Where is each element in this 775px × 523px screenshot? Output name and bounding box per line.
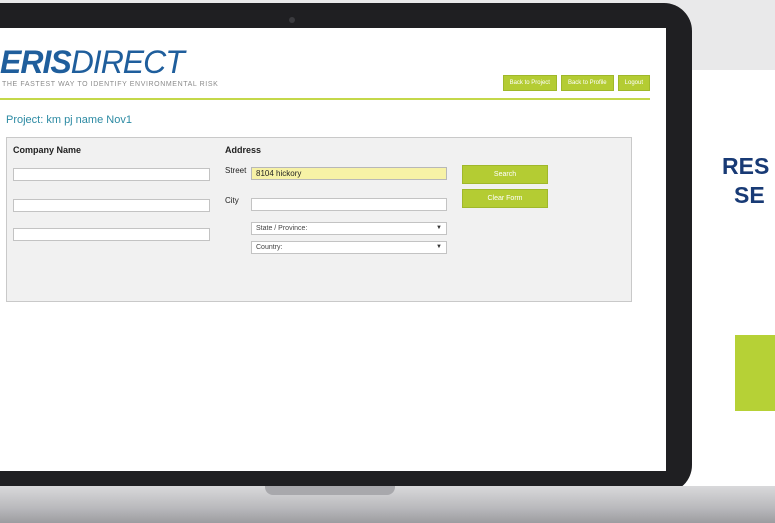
app-screen: ERISDIRECT THE FASTEST WAY TO IDENTIFY E…: [0, 28, 666, 471]
logout-button[interactable]: Logout: [617, 75, 650, 91]
laptop-base-notch: [265, 486, 395, 495]
camera-dot: [289, 17, 295, 23]
clear-form-button[interactable]: Clear Form: [462, 189, 548, 208]
company-name-input-1[interactable]: [13, 168, 210, 181]
company-name-input-3[interactable]: [13, 228, 210, 241]
header-buttons: Back to Project Back to Profile Logout: [502, 75, 650, 91]
state-province-select[interactable]: State / Province: ▼: [251, 222, 447, 235]
search-button[interactable]: Search: [462, 165, 548, 184]
back-to-profile-button[interactable]: Back to Profile: [560, 75, 614, 91]
street-label: Street: [225, 166, 247, 175]
dropdown-arrow-icon: ▼: [436, 225, 442, 231]
side-green-block: [735, 335, 775, 411]
tagline: THE FASTEST WAY TO IDENTIFY ENVIRONMENTA…: [2, 81, 219, 88]
eris-direct-logo[interactable]: ERISDIRECT: [0, 44, 185, 80]
state-province-label: State / Province:: [256, 225, 308, 232]
city-label: City: [225, 196, 239, 205]
city-input[interactable]: [251, 198, 447, 211]
project-title: Project: km pj name Nov1: [6, 114, 132, 126]
logo-direct: DIRECT: [70, 44, 185, 80]
side-heading-line2: SE: [734, 182, 765, 208]
country-label: Country:: [256, 244, 283, 251]
search-form-panel: Company Name Address Street 8104 hickory…: [6, 137, 632, 302]
address-header: Address: [225, 145, 262, 155]
country-select[interactable]: Country: ▼: [251, 241, 447, 254]
back-to-project-button[interactable]: Back to Project: [502, 75, 557, 91]
side-heading-line1: RES: [722, 153, 770, 179]
dropdown-arrow-icon: ▼: [436, 244, 442, 250]
logo-eris: ERIS: [0, 44, 72, 80]
header-divider: [0, 98, 650, 100]
company-name-header: Company Name: [13, 145, 82, 155]
company-name-input-2[interactable]: [13, 199, 210, 212]
street-input[interactable]: 8104 hickory: [251, 167, 447, 180]
